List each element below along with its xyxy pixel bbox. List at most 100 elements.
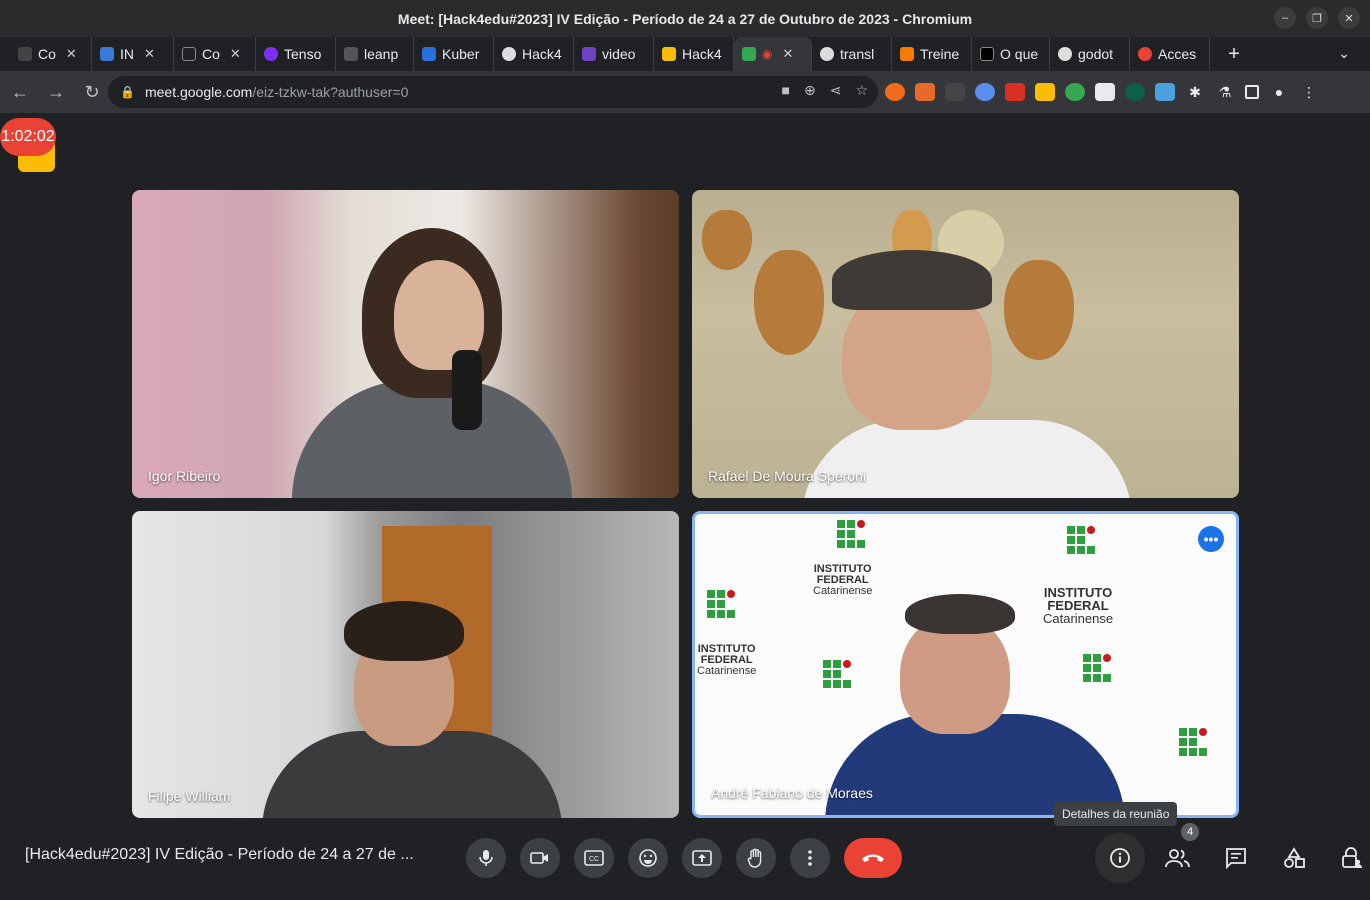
extension-icon[interactable] xyxy=(1155,83,1175,101)
maximize-button[interactable]: ❐ xyxy=(1306,7,1328,29)
url-path: /eiz-tzkw-tak?authuser=0 xyxy=(252,84,409,100)
people-count-badge: 4 xyxy=(1181,823,1199,841)
browser-tab[interactable]: IN ✕ xyxy=(92,37,174,71)
tab-favicon-icon xyxy=(344,47,358,61)
more-options-icon[interactable]: ••• xyxy=(1198,526,1224,552)
video-camera-icon xyxy=(530,852,548,864)
menu-kebab-icon[interactable]: ⋮ xyxy=(1299,83,1319,101)
browser-tab[interactable]: leanp xyxy=(336,37,414,71)
leave-call-button[interactable] xyxy=(844,838,902,878)
present-screen-icon xyxy=(692,850,712,866)
meeting-details-button[interactable] xyxy=(1095,833,1145,883)
share-icon[interactable]: ⋖ xyxy=(830,82,842,99)
close-tab-icon[interactable]: ✕ xyxy=(230,46,241,62)
chat-button[interactable] xyxy=(1211,833,1261,883)
people-icon xyxy=(1165,849,1190,868)
browser-tab[interactable]: video xyxy=(574,37,654,71)
participant-tile[interactable]: Rafael De Moura Speroni xyxy=(692,190,1239,498)
tab-search-chevron-icon[interactable]: ⌄ xyxy=(1338,45,1350,62)
more-options-button[interactable] xyxy=(790,838,830,878)
browser-tab[interactable]: Co ✕ xyxy=(174,37,256,71)
minimize-button[interactable]: – xyxy=(1274,7,1296,29)
microphone-button[interactable] xyxy=(466,838,506,878)
browser-tab[interactable]: Kuber xyxy=(414,37,494,71)
camera-button[interactable] xyxy=(520,838,560,878)
extension-icon[interactable] xyxy=(1095,83,1115,101)
participant-tile[interactable]: Filipe William xyxy=(132,511,679,818)
microphone-icon xyxy=(479,850,493,866)
window-titlebar: Meet: [Hack4edu#2023] IV Edição - Períod… xyxy=(0,0,1370,37)
profile-icon[interactable]: ● xyxy=(1269,83,1289,101)
host-controls-button[interactable] xyxy=(1327,833,1370,883)
participant-video xyxy=(905,594,1015,634)
extension-icon[interactable] xyxy=(1125,83,1145,101)
puzzle-extensions-icon[interactable]: ✱ xyxy=(1185,83,1205,101)
browser-tab[interactable]: Treine xyxy=(892,37,972,71)
tab-favicon-icon xyxy=(980,47,994,61)
browser-tab[interactable]: Tenso xyxy=(256,37,336,71)
extension-icon[interactable] xyxy=(885,83,905,101)
reactions-button[interactable] xyxy=(628,838,668,878)
participant-video xyxy=(344,601,464,661)
closed-captions-icon: CC xyxy=(584,850,604,866)
side-panel-icon[interactable] xyxy=(1245,85,1259,99)
reddit-icon xyxy=(1138,47,1152,61)
people-button[interactable]: 4 xyxy=(1153,823,1203,883)
browser-tab[interactable]: Co ✕ xyxy=(10,37,92,71)
extensions-area: ✱ ⚗ ● ⋮ xyxy=(885,71,1319,113)
address-bar[interactable]: 🔒 meet.google.com/eiz-tzkw-tak?authuser=… xyxy=(108,76,878,108)
extension-icon[interactable] xyxy=(915,83,935,101)
browser-tab-active[interactable]: ◉ ✕ xyxy=(734,37,812,71)
camera-icon[interactable]: ■ xyxy=(782,82,790,99)
browser-tab[interactable]: transl xyxy=(812,37,892,71)
browser-tab[interactable]: Hack4 xyxy=(654,37,734,71)
emoji-icon xyxy=(639,849,657,867)
present-screen-button[interactable] xyxy=(682,838,722,878)
flask-icon[interactable]: ⚗ xyxy=(1215,83,1235,101)
forward-button[interactable]: → xyxy=(40,76,72,108)
tab-label: godot xyxy=(1078,46,1114,62)
institute-logo-text: INSTITUTO FEDERAL Catarinense xyxy=(1043,585,1114,626)
browser-tab[interactable]: godot xyxy=(1050,37,1130,71)
google-meet-icon xyxy=(742,47,756,61)
close-tab-icon[interactable]: ✕ xyxy=(144,46,155,62)
institute-logo xyxy=(837,520,865,548)
participant-name: André Fabiano de Moraes xyxy=(711,785,873,801)
extension-icon[interactable] xyxy=(945,83,965,101)
microphone-prop xyxy=(452,350,482,430)
close-tab-icon[interactable]: ✕ xyxy=(66,46,77,62)
extension-icon[interactable] xyxy=(975,83,995,101)
back-button[interactable]: ← xyxy=(4,76,36,108)
activities-button[interactable] xyxy=(1269,833,1319,883)
hang-up-icon xyxy=(862,854,884,862)
browser-tab[interactable]: Hack4 xyxy=(494,37,574,71)
close-tab-icon[interactable]: ✕ xyxy=(782,46,793,62)
extension-icon[interactable] xyxy=(1005,83,1025,101)
close-window-button[interactable]: ✕ xyxy=(1338,7,1360,29)
raise-hand-button[interactable] xyxy=(736,838,776,878)
tab-label: transl xyxy=(840,46,875,62)
new-tab-button[interactable]: + xyxy=(1220,43,1248,66)
bookmark-star-icon[interactable]: ☆ xyxy=(855,82,868,99)
tab-label: Kuber xyxy=(442,46,480,62)
institute-logo-text: INSTITUTO FEDERAL Catarinense xyxy=(697,643,757,677)
zoom-icon[interactable]: ⊕ xyxy=(804,82,816,99)
browser-tab[interactable]: O que xyxy=(972,37,1050,71)
tab-label: IN xyxy=(120,46,134,62)
extension-icon[interactable] xyxy=(1035,83,1055,101)
extension-icon[interactable] xyxy=(1065,83,1085,101)
tab-label: Co xyxy=(202,46,220,62)
institute-logo xyxy=(1179,728,1207,756)
shapes-icon xyxy=(1284,847,1305,868)
lock-icon[interactable]: 🔒 xyxy=(120,85,135,99)
tab-label: Tenso xyxy=(284,46,322,62)
tab-favicon-icon xyxy=(100,47,114,61)
tab-label: Co xyxy=(38,46,56,62)
reload-button[interactable]: ↻ xyxy=(76,76,108,108)
captions-button[interactable]: CC xyxy=(574,838,614,878)
participant-tile[interactable]: Igor Ribeiro xyxy=(132,190,679,498)
participant-tile-active[interactable]: INSTITUTO FEDERAL Catarinense INSTITUTO FED… xyxy=(692,511,1239,818)
tab-label: Treine xyxy=(920,46,960,62)
participant-name: Igor Ribeiro xyxy=(148,468,221,484)
browser-tab[interactable]: Acces xyxy=(1130,37,1210,71)
